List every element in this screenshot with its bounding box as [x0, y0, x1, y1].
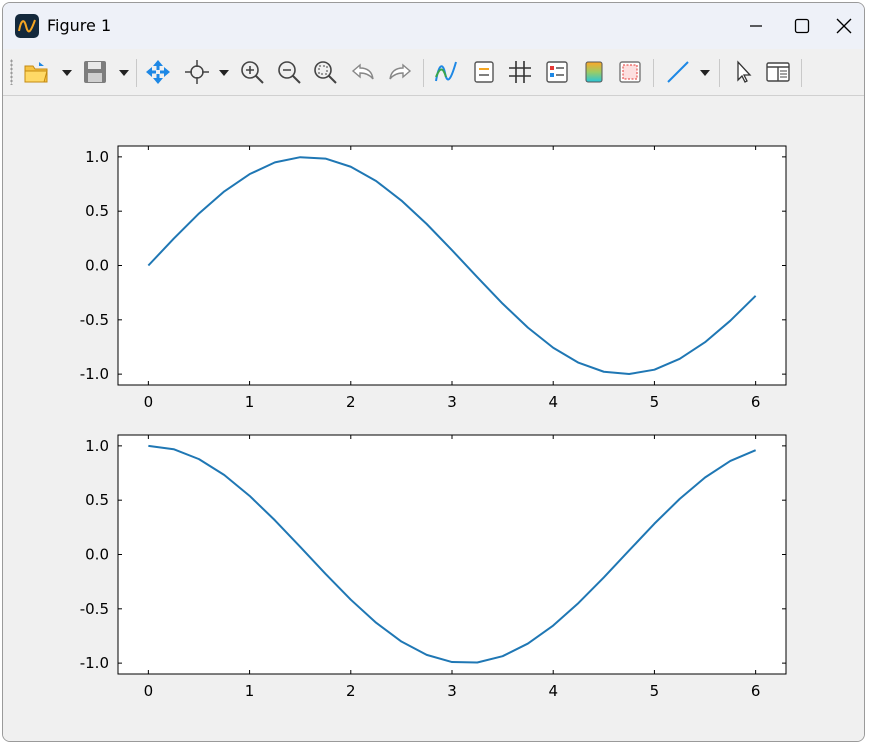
bottom-ytick-label: 0.5 — [85, 491, 109, 509]
panel-layout-icon — [766, 62, 790, 82]
bottom-ytick-label: 1.0 — [85, 437, 109, 455]
save-dropdown-arrow[interactable] — [119, 70, 129, 76]
toolbar-grip[interactable] — [10, 59, 13, 85]
zoom-in-icon — [241, 61, 264, 84]
bottom-xtick-label: 5 — [650, 682, 660, 700]
properties-icon — [546, 61, 568, 83]
top-ytick-label: -1.0 — [80, 365, 109, 383]
data-cursor-button[interactable] — [184, 59, 210, 85]
legend-icon — [474, 61, 494, 83]
zoom-out-icon — [278, 61, 301, 84]
zoom-fit-button[interactable] — [312, 59, 338, 85]
grid-button[interactable] — [507, 59, 533, 85]
bottom-ytick-label: -1.0 — [80, 654, 109, 672]
bottom-xtick-label: 3 — [447, 682, 457, 700]
figure-canvas[interactable]: 0 1 2 3 4 5 6 1.0 0.5 0.0 -0.5 -1.0 0 1 2 3 4 5 6 1.0 0.5 0.0… — [3, 96, 864, 741]
top-ytick-label: 1.0 — [85, 148, 109, 166]
top-xtick-label: 2 — [346, 393, 356, 411]
close-button[interactable] — [821, 3, 864, 49]
zoom-fit-icon — [314, 61, 337, 84]
top-xtick-label: 1 — [245, 393, 255, 411]
pan-button[interactable] — [145, 59, 171, 85]
figure-plots: 0 1 2 3 4 5 6 1.0 0.5 0.0 -0.5 -1.0 0 1 2 3 4 5 6 1.0 0.5 0.0… — [80, 145, 787, 700]
frame-icon — [619, 61, 641, 83]
redo-button[interactable] — [387, 59, 413, 85]
bottom-ytick-label: -0.5 — [80, 600, 109, 618]
line-tool-icon — [667, 61, 689, 83]
maximize-button[interactable] — [779, 3, 825, 49]
title-bar[interactable]: Figure 1 — [3, 3, 864, 49]
toolbar — [3, 49, 864, 96]
bottom-xtick-label: 2 — [346, 682, 356, 700]
bottom-xtick-label: 1 — [245, 682, 255, 700]
colorbar-button[interactable] — [581, 59, 607, 85]
figure-window: Figure 1 0 1 2 3 4 5 6 1.0 0.5 0.0 -0.5 … — [2, 2, 865, 742]
line-tool-button[interactable] — [665, 59, 691, 85]
bottom-xtick-label: 0 — [144, 682, 154, 700]
open-button[interactable] — [23, 59, 49, 85]
properties-button[interactable] — [544, 59, 570, 85]
toolbar-separator — [423, 59, 424, 87]
legend-button[interactable] — [471, 59, 497, 85]
toolbar-separator — [136, 59, 137, 87]
pan-icon — [146, 60, 170, 84]
top-ytick-label: 0.5 — [85, 202, 109, 220]
zoom-in-button[interactable] — [239, 59, 265, 85]
panel-layout-button[interactable] — [765, 59, 791, 85]
close-icon — [836, 18, 852, 34]
data-cursor-icon — [185, 60, 209, 84]
top-xtick-label: 0 — [144, 393, 154, 411]
data-cursor-dropdown-arrow[interactable] — [219, 70, 229, 76]
line-tool-dropdown-arrow[interactable] — [700, 70, 710, 76]
top-ytick-label: -0.5 — [80, 311, 109, 329]
top-xtick-label: 5 — [650, 393, 660, 411]
toolbar-separator — [801, 59, 802, 87]
undo-button[interactable] — [350, 59, 376, 85]
select-pointer-icon — [737, 60, 752, 83]
zoom-out-button[interactable] — [276, 59, 302, 85]
bottom-xtick-label: 4 — [548, 682, 558, 700]
redo-icon — [389, 63, 412, 80]
grid-icon — [509, 61, 531, 83]
toolbar-separator — [719, 59, 720, 87]
top-xtick-label: 4 — [548, 393, 558, 411]
colorbar-icon — [585, 61, 603, 83]
save-icon — [84, 61, 106, 83]
minimize-button[interactable] — [733, 3, 779, 49]
minimize-icon — [750, 25, 762, 27]
window-title: Figure 1 — [47, 16, 112, 35]
top-xtick-label: 3 — [447, 393, 457, 411]
top-axes-background — [118, 146, 786, 385]
undo-icon — [351, 63, 374, 80]
line-style-icon — [435, 61, 457, 82]
top-xtick-label: 6 — [751, 393, 761, 411]
save-button[interactable] — [82, 59, 108, 85]
maximize-icon — [794, 18, 810, 34]
open-dropdown-arrow[interactable] — [62, 70, 72, 76]
matplotlib-figure-icon — [15, 14, 39, 38]
select-pointer-button[interactable] — [730, 59, 756, 85]
line-style-button[interactable] — [433, 59, 459, 85]
open-folder-icon — [24, 62, 48, 83]
toolbar-separator — [653, 59, 654, 87]
bottom-ytick-label: 0.0 — [85, 546, 109, 564]
bottom-xtick-label: 6 — [751, 682, 761, 700]
frame-button[interactable] — [617, 59, 643, 85]
top-ytick-label: 0.0 — [85, 257, 109, 275]
